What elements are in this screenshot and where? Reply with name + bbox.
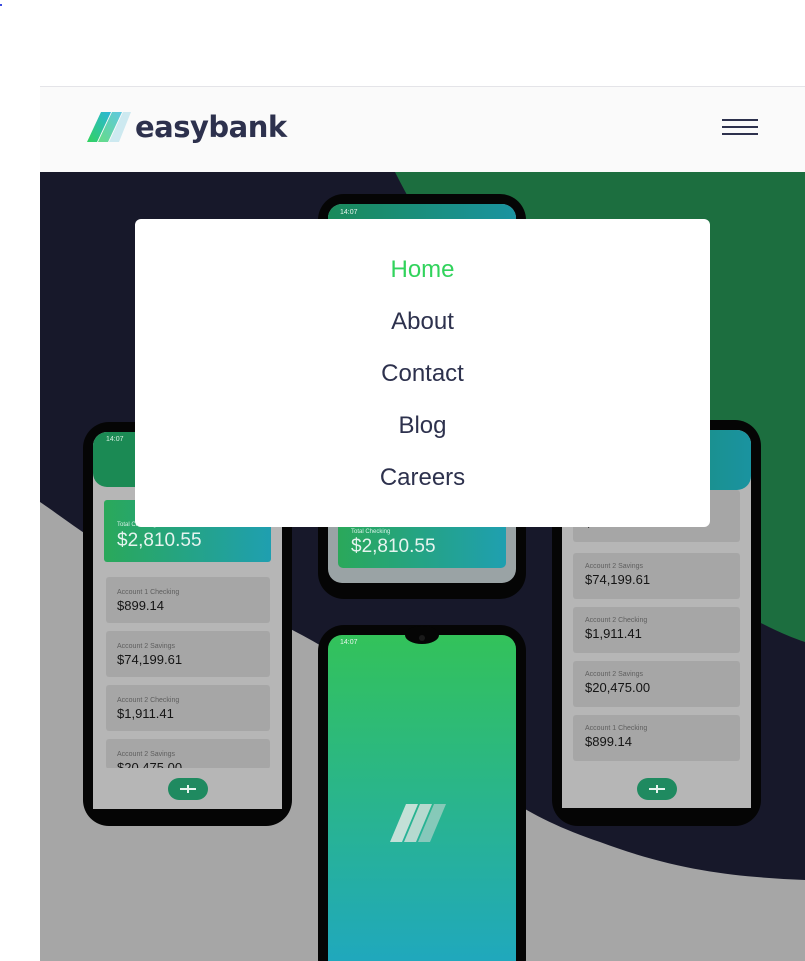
right-account-label: Account 2 Savings: [585, 671, 643, 678]
left-account-label: Account 2 Savings: [117, 643, 175, 650]
left-phone-time: 14:07: [106, 436, 124, 443]
nav-item-careers[interactable]: Careers: [135, 464, 710, 492]
left-account-amount: $899.14: [117, 598, 164, 613]
hamburger-line: [722, 126, 758, 128]
right-account-label: Account 1 Checking: [585, 725, 647, 732]
hamburger-menu-icon[interactable]: [722, 117, 758, 137]
hamburger-line: [722, 119, 758, 121]
top-phone-time: 14:07: [340, 209, 358, 216]
right-account-amount: $1,911.41: [585, 626, 642, 641]
left-account-label: Account 2 Savings: [117, 751, 175, 758]
right-account-amount: $74,199.61: [585, 572, 650, 587]
top-phone-balance-label: Total Checking: [351, 529, 390, 535]
nav-item-home[interactable]: Home: [135, 256, 710, 284]
site-header: easybank: [40, 86, 805, 172]
right-account-label: Account 2 Savings: [585, 563, 643, 570]
left-phone-balance: $2,810.55: [117, 530, 202, 551]
mobile-nav-menu: Home About Contact Blog Careers: [135, 219, 710, 527]
left-account-amount: $74,199.61: [117, 652, 182, 667]
nav-item-blog[interactable]: Blog: [135, 412, 710, 440]
right-account-amount: $20,475.00: [585, 680, 650, 695]
logo-mark-icon: [87, 112, 131, 142]
left-account-amount: $1,911.41: [117, 706, 174, 721]
corner-dot: [0, 4, 2, 6]
bottom-phone-time: 14:07: [340, 639, 358, 646]
logo[interactable]: easybank: [87, 109, 287, 145]
nav-item-about[interactable]: About: [135, 308, 710, 336]
top-phone-balance: $2,810.55: [351, 536, 436, 557]
logo-wordmark: easybank: [135, 109, 287, 144]
nav-item-contact[interactable]: Contact: [135, 360, 710, 388]
left-account-label: Account 2 Checking: [117, 697, 179, 704]
left-account-label: Account 1 Checking: [117, 589, 179, 596]
right-account-amount: $899.14: [585, 734, 632, 749]
right-account-label: Account 2 Checking: [585, 617, 647, 624]
hamburger-line: [722, 133, 758, 135]
